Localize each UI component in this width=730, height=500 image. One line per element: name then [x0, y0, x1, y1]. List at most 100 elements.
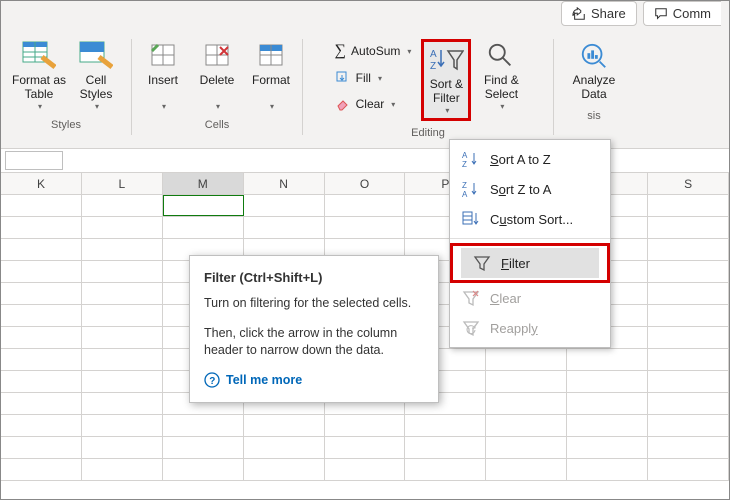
cell[interactable] — [82, 327, 163, 348]
cell[interactable] — [486, 349, 567, 370]
share-button[interactable]: Share — [561, 1, 637, 26]
cell[interactable] — [244, 415, 325, 436]
cell[interactable] — [82, 349, 163, 370]
cell[interactable] — [567, 415, 648, 436]
cell[interactable] — [648, 349, 729, 370]
cell[interactable] — [648, 459, 729, 480]
cell[interactable] — [1, 437, 82, 458]
menu-item-sort-za[interactable]: ZA SoSort Z to Art Z to A — [450, 174, 610, 204]
sort-filter-button[interactable]: AZ Sort & Filter▾ — [421, 39, 471, 121]
cell[interactable] — [1, 371, 82, 392]
cell[interactable] — [648, 393, 729, 414]
cell[interactable] — [1, 239, 82, 260]
cell[interactable] — [1, 459, 82, 480]
cell[interactable] — [1, 305, 82, 326]
cell[interactable] — [1, 217, 82, 238]
cell[interactable] — [244, 217, 325, 238]
cell[interactable] — [648, 283, 729, 304]
cell[interactable] — [82, 283, 163, 304]
cell[interactable] — [163, 415, 244, 436]
cell[interactable] — [1, 393, 82, 414]
menu-item-custom-sort[interactable]: CuCustom Sort...stom Sort... — [450, 204, 610, 234]
menu-item-filter[interactable]: FFilterilter — [461, 248, 599, 278]
svg-text:A: A — [462, 151, 468, 160]
insert-button[interactable]: Insert▾ — [139, 39, 187, 113]
cell[interactable] — [567, 459, 648, 480]
find-select-button[interactable]: Find & Select▾ — [477, 39, 525, 113]
cell[interactable] — [648, 195, 729, 216]
format-as-table-button[interactable]: Format as Table▾ — [12, 39, 66, 113]
cell[interactable] — [82, 305, 163, 326]
cell[interactable] — [163, 195, 244, 216]
cell[interactable] — [486, 393, 567, 414]
format-as-table-label: Format as Table — [12, 73, 66, 102]
cell[interactable] — [82, 371, 163, 392]
svg-text:Z: Z — [462, 181, 467, 190]
autosum-button[interactable]: ∑ AutoSum ▾ — [331, 39, 416, 63]
cell[interactable] — [1, 327, 82, 348]
cell[interactable] — [648, 217, 729, 238]
column-header-N[interactable]: N — [244, 173, 325, 194]
cell[interactable] — [405, 437, 486, 458]
cell[interactable] — [648, 239, 729, 260]
column-header-S[interactable]: S — [648, 173, 729, 194]
comments-button[interactable]: Comm — [643, 1, 721, 26]
cell[interactable] — [82, 239, 163, 260]
delete-button[interactable]: Delete▾ — [193, 39, 241, 113]
cell[interactable] — [486, 459, 567, 480]
cell[interactable] — [325, 195, 406, 216]
cell[interactable] — [567, 349, 648, 370]
cell[interactable] — [244, 459, 325, 480]
cell[interactable] — [163, 459, 244, 480]
svg-text:Z: Z — [462, 160, 467, 168]
cell[interactable] — [82, 415, 163, 436]
name-box[interactable] — [5, 151, 63, 170]
cell[interactable] — [82, 459, 163, 480]
cell[interactable] — [1, 195, 82, 216]
column-header-L[interactable]: L — [82, 173, 163, 194]
cell[interactable] — [325, 217, 406, 238]
cell[interactable] — [1, 283, 82, 304]
column-header-M[interactable]: M — [163, 173, 244, 194]
tell-me-more-link[interactable]: ? Tell me more — [204, 372, 424, 388]
cell[interactable] — [163, 437, 244, 458]
cell[interactable] — [82, 437, 163, 458]
cell[interactable] — [325, 459, 406, 480]
cell[interactable] — [405, 415, 486, 436]
column-header-O[interactable]: O — [325, 173, 406, 194]
cell[interactable] — [567, 437, 648, 458]
cell[interactable] — [244, 437, 325, 458]
cell[interactable] — [648, 415, 729, 436]
fill-button[interactable]: Fill ▾ — [331, 67, 416, 89]
cell[interactable] — [82, 393, 163, 414]
cell[interactable] — [244, 195, 325, 216]
clear-button[interactable]: Clear ▾ — [331, 93, 416, 115]
cell[interactable] — [405, 459, 486, 480]
analyze-data-button[interactable]: Analyze Data — [570, 39, 618, 104]
cell-styles-button[interactable]: Cell Styles▾ — [72, 39, 120, 113]
cell[interactable] — [648, 437, 729, 458]
cell[interactable] — [567, 371, 648, 392]
cell[interactable] — [1, 349, 82, 370]
cell[interactable] — [567, 393, 648, 414]
cell[interactable] — [325, 415, 406, 436]
cell[interactable] — [648, 371, 729, 392]
cell[interactable] — [648, 261, 729, 282]
column-header-K[interactable]: K — [1, 173, 82, 194]
cell[interactable] — [82, 217, 163, 238]
cell[interactable] — [163, 217, 244, 238]
cell[interactable] — [486, 415, 567, 436]
cell[interactable] — [82, 195, 163, 216]
cell[interactable] — [648, 327, 729, 348]
clear-label: Clear — [356, 97, 385, 111]
cell[interactable] — [325, 437, 406, 458]
cell[interactable] — [82, 261, 163, 282]
menu-item-sort-az[interactable]: AZ SSort A to Zort A to Z — [450, 144, 610, 174]
cell[interactable] — [1, 261, 82, 282]
chevron-down-icon: ▾ — [38, 102, 42, 112]
cell[interactable] — [486, 371, 567, 392]
cell[interactable] — [648, 305, 729, 326]
cell[interactable] — [486, 437, 567, 458]
cell[interactable] — [1, 415, 82, 436]
format-button[interactable]: Format▾ — [247, 39, 295, 113]
